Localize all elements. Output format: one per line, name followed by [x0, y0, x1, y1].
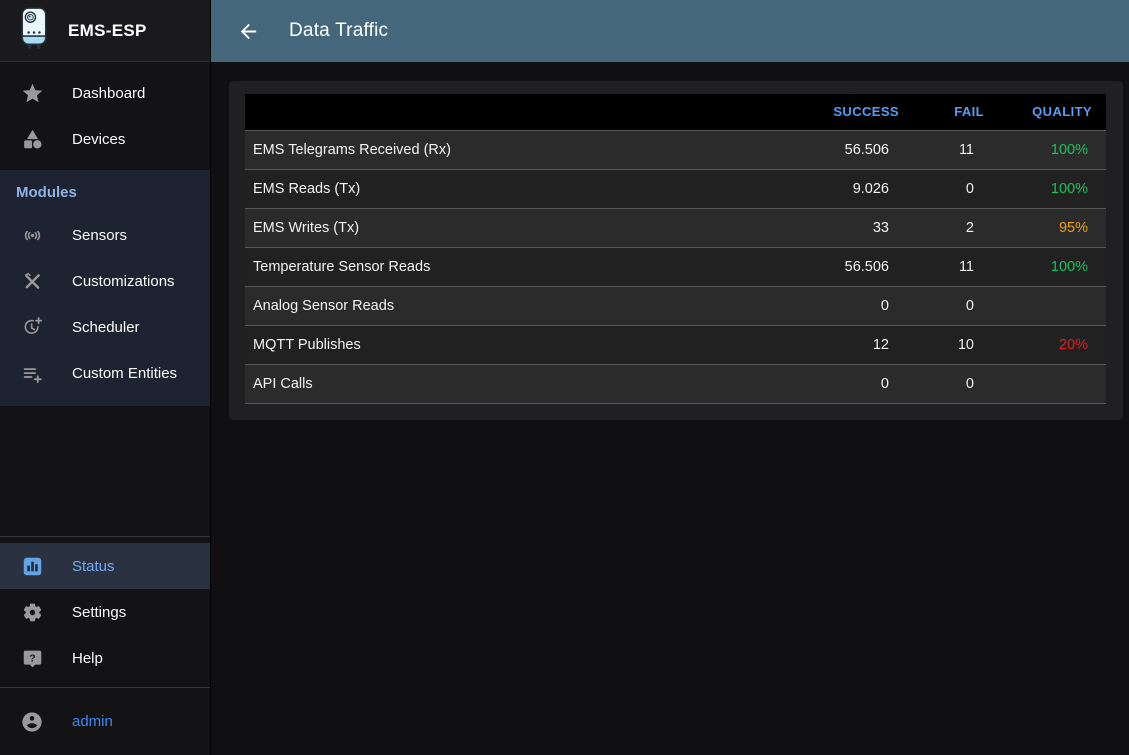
svg-text:?: ?: [29, 652, 35, 664]
sidebar-item-label: Scheduler: [72, 319, 140, 336]
quality-value: [998, 364, 1106, 403]
content-area: SUCCESS FAIL QUALITY EMS Telegrams Recei…: [211, 62, 1129, 755]
sidebar-item-scheduler[interactable]: Scheduler: [0, 304, 210, 350]
table-row: Temperature Sensor Reads 56.506 11 100%: [245, 247, 1106, 286]
column-header-blank: [245, 94, 788, 130]
sensors-icon: [20, 225, 44, 246]
success-value: 33: [788, 208, 913, 247]
app-title: EMS-ESP: [68, 21, 147, 41]
star-icon: [20, 83, 44, 104]
quality-value: [998, 286, 1106, 325]
sidebar-item-sensors[interactable]: Sensors: [0, 212, 210, 258]
sidebar-item-label: Dashboard: [72, 85, 145, 102]
sidebar-item-help[interactable]: ? Help: [0, 635, 210, 681]
row-label: EMS Telegrams Received (Rx): [245, 130, 788, 169]
sidebar-item-customizations[interactable]: Customizations: [0, 258, 210, 304]
sidebar-item-label: Custom Entities: [72, 365, 177, 382]
fail-value: 0: [913, 169, 998, 208]
data-traffic-table: SUCCESS FAIL QUALITY EMS Telegrams Recei…: [245, 94, 1106, 404]
quality-value: 95%: [998, 208, 1106, 247]
quality-value: 100%: [998, 247, 1106, 286]
sidebar-item-settings[interactable]: Settings: [0, 589, 210, 635]
quality-value: 20%: [998, 325, 1106, 364]
quality-value: 100%: [998, 169, 1106, 208]
sidebar-item-status[interactable]: Status: [0, 543, 210, 589]
row-label: EMS Writes (Tx): [245, 208, 788, 247]
row-label: MQTT Publishes: [245, 325, 788, 364]
sidebar-item-label: Devices: [72, 131, 125, 148]
table-row: Analog Sensor Reads 0 0: [245, 286, 1106, 325]
sidebar-item-label: Customizations: [72, 273, 175, 290]
sidebar-primary-nav: Dashboard Devices: [0, 62, 210, 170]
success-value: 0: [788, 364, 913, 403]
sidebar-system-nav: Status Settings ? Help: [0, 536, 210, 687]
table-row: EMS Writes (Tx) 33 2 95%: [245, 208, 1106, 247]
fail-value: 2: [913, 208, 998, 247]
table-row: EMS Reads (Tx) 9.026 0 100%: [245, 169, 1106, 208]
row-label: Temperature Sensor Reads: [245, 247, 788, 286]
success-value: 56.506: [788, 130, 913, 169]
success-value: 9.026: [788, 169, 913, 208]
column-header-success: SUCCESS: [788, 94, 913, 130]
app-logo-boiler-icon: [16, 6, 52, 55]
bar-chart-icon: [20, 556, 44, 577]
sidebar-item-devices[interactable]: Devices: [0, 116, 210, 162]
sidebar-item-label: Settings: [72, 604, 126, 621]
sidebar-item-dashboard[interactable]: Dashboard: [0, 70, 210, 116]
success-value: 12: [788, 325, 913, 364]
fail-value: 11: [913, 247, 998, 286]
fail-value: 0: [913, 364, 998, 403]
app-header: EMS-ESP: [0, 0, 210, 62]
sidebar-item-label: Status: [72, 558, 115, 575]
user-name: admin: [72, 713, 113, 730]
sidebar-item-label: Sensors: [72, 227, 127, 244]
category-shapes-icon: [20, 129, 44, 150]
fail-value: 11: [913, 130, 998, 169]
fail-value: 10: [913, 325, 998, 364]
account-circle-icon: [20, 711, 44, 733]
row-label: API Calls: [245, 364, 788, 403]
success-value: 0: [788, 286, 913, 325]
row-label: Analog Sensor Reads: [245, 286, 788, 325]
sidebar-spacer: [0, 406, 210, 536]
table-header-row: SUCCESS FAIL QUALITY: [245, 94, 1106, 130]
column-header-fail: FAIL: [913, 94, 998, 130]
row-label: EMS Reads (Tx): [245, 169, 788, 208]
success-value: 56.506: [788, 247, 913, 286]
back-arrow-icon[interactable]: [237, 19, 261, 43]
quality-value: 100%: [998, 130, 1106, 169]
tools-icon: [20, 271, 44, 292]
sidebar-item-label: Help: [72, 650, 103, 667]
sidebar-item-custom-entities[interactable]: Custom Entities: [0, 350, 210, 396]
sidebar: EMS-ESP Dashboard Devices Modules: [0, 0, 211, 755]
page-title: Data Traffic: [289, 20, 388, 42]
fail-value: 0: [913, 286, 998, 325]
sidebar-user-admin[interactable]: admin: [0, 687, 210, 755]
help-bubble-icon: ?: [20, 648, 44, 669]
modules-section-header: Modules: [0, 172, 210, 212]
data-traffic-card: SUCCESS FAIL QUALITY EMS Telegrams Recei…: [229, 81, 1123, 420]
table-row: EMS Telegrams Received (Rx) 56.506 11 10…: [245, 130, 1106, 169]
clock-plus-icon: [20, 317, 44, 338]
appbar: Data Traffic: [211, 0, 1129, 62]
gear-icon: [20, 602, 44, 623]
main-area: Data Traffic SUCCESS FAIL QUALITY: [211, 0, 1129, 755]
table-row: MQTT Publishes 12 10 20%: [245, 325, 1106, 364]
column-header-quality: QUALITY: [998, 94, 1106, 130]
table-row: API Calls 0 0: [245, 364, 1106, 403]
list-plus-icon: [20, 363, 44, 384]
sidebar-modules-section: Modules Sensors: [0, 170, 210, 406]
